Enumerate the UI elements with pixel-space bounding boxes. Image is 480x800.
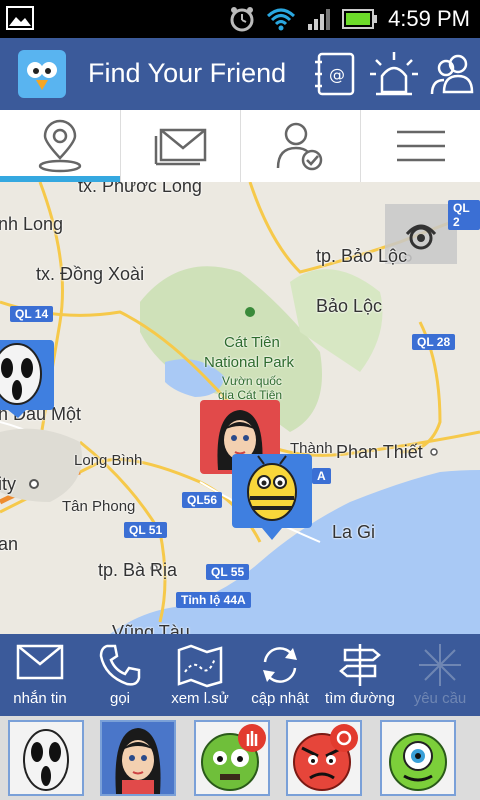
envelope-icon (154, 128, 207, 166)
call-label: gọi (109, 690, 131, 707)
bee-avatar (232, 454, 312, 540)
map-label: tx. Phước Long (78, 182, 202, 196)
history-button[interactable]: xem l.sử (160, 634, 240, 716)
map-history-icon (177, 644, 223, 688)
call-button[interactable]: gọi (80, 634, 160, 716)
message-label: nhắn tin (13, 690, 67, 707)
friend-marker-ghost[interactable] (0, 338, 56, 418)
map-label: an (0, 534, 19, 554)
tab-map[interactable] (0, 110, 120, 182)
update-button[interactable]: cập nhật (240, 634, 320, 716)
map-label: National Park (204, 354, 295, 371)
friend-avatar-zombie[interactable] (194, 720, 270, 796)
tab-bar (0, 110, 480, 183)
battery-icon (342, 9, 378, 29)
refresh-icon (263, 647, 297, 683)
map-label: tx. Đồng Xoài (36, 264, 145, 284)
road-badge: QL 51 (124, 522, 168, 538)
map-label: Phan Thiết (336, 442, 423, 462)
envelope-icon (16, 644, 64, 680)
message-button[interactable]: nhắn tin (0, 634, 80, 716)
alarm-clock-icon (230, 7, 254, 32)
road-badge: QL56 (182, 492, 223, 508)
action-bar: nhắn tin gọi xem l.sử cập nhật tìm đường (0, 634, 480, 716)
tab-menu[interactable] (360, 110, 480, 182)
wifi-icon (267, 8, 296, 31)
map-label: ity (0, 474, 16, 494)
friends-group-icon[interactable] (428, 48, 480, 100)
phone-icon (99, 644, 141, 686)
angry-face-avatar (293, 724, 358, 791)
map-label: Long Bình (74, 452, 143, 469)
hamburger-menu-icon (397, 130, 445, 162)
friend-avatar-angry[interactable] (286, 720, 362, 796)
road-badge: QL 55 (206, 564, 250, 580)
ghost-mask-avatar (23, 729, 69, 791)
map-label: nh Long (0, 214, 64, 234)
request-button[interactable]: yêu cầu (400, 634, 480, 716)
user-check-icon (276, 122, 323, 171)
friend-avatar-girl[interactable] (100, 720, 176, 796)
friend-avatar-monster[interactable] (380, 720, 456, 796)
request-label: yêu cầu (413, 690, 467, 707)
map-label: tp. Bà Rịa (98, 560, 178, 580)
gallery-notification-icon (6, 6, 34, 30)
directions-label: tìm đường (325, 690, 395, 707)
map-label: Cát Tiên (224, 334, 280, 351)
address-book-icon[interactable]: @ (310, 48, 362, 100)
map-label: Vũng Tàu (112, 622, 190, 634)
app-logo-icon (18, 50, 66, 98)
alert-beacon-icon[interactable] (368, 48, 420, 100)
tab-contacts[interactable] (240, 110, 361, 182)
svg-text:@: @ (329, 65, 345, 84)
ghost-mask-avatar (0, 340, 54, 418)
girl-avatar (115, 728, 161, 794)
road-badge: QL 28 (412, 334, 456, 350)
signal-icon (308, 9, 331, 30)
location-pin-icon (38, 119, 82, 173)
friend-strip (0, 716, 480, 800)
one-eyed-monster-avatar (389, 733, 447, 791)
road-badge: QL 2 (448, 200, 480, 230)
friend-avatar-ghost[interactable] (8, 720, 84, 796)
status-time: 4:59 PM (388, 6, 470, 31)
zombie-avatar (201, 724, 266, 791)
road-badge: Tỉnh lộ 44A (176, 592, 251, 608)
map-label: La Gi (332, 522, 376, 542)
map-label: Tân Phong (62, 498, 136, 515)
update-label: cập nhật (251, 690, 309, 707)
map-label: tp. Bảo Lộc (316, 246, 408, 266)
locate-request-icon (419, 644, 461, 686)
map-label: Vườn quốc (222, 374, 282, 388)
history-label: xem l.sử (171, 690, 229, 707)
tab-messages[interactable] (120, 110, 241, 182)
app-title: Find Your Friend (88, 58, 287, 88)
road-badge: A (312, 468, 331, 484)
map-view[interactable]: tx. Phước Long nh Long tx. Đồng Xoài tp.… (0, 182, 480, 634)
map-label: Bảo Lộc (316, 296, 383, 316)
status-bar: 4:59 PM (0, 0, 480, 38)
friend-marker-bee[interactable] (232, 454, 312, 540)
road-badge: QL 14 (10, 306, 54, 322)
signpost-icon (339, 644, 381, 686)
directions-button[interactable]: tìm đường (320, 634, 400, 716)
app-bar: Find Your Friend @ (0, 38, 480, 110)
